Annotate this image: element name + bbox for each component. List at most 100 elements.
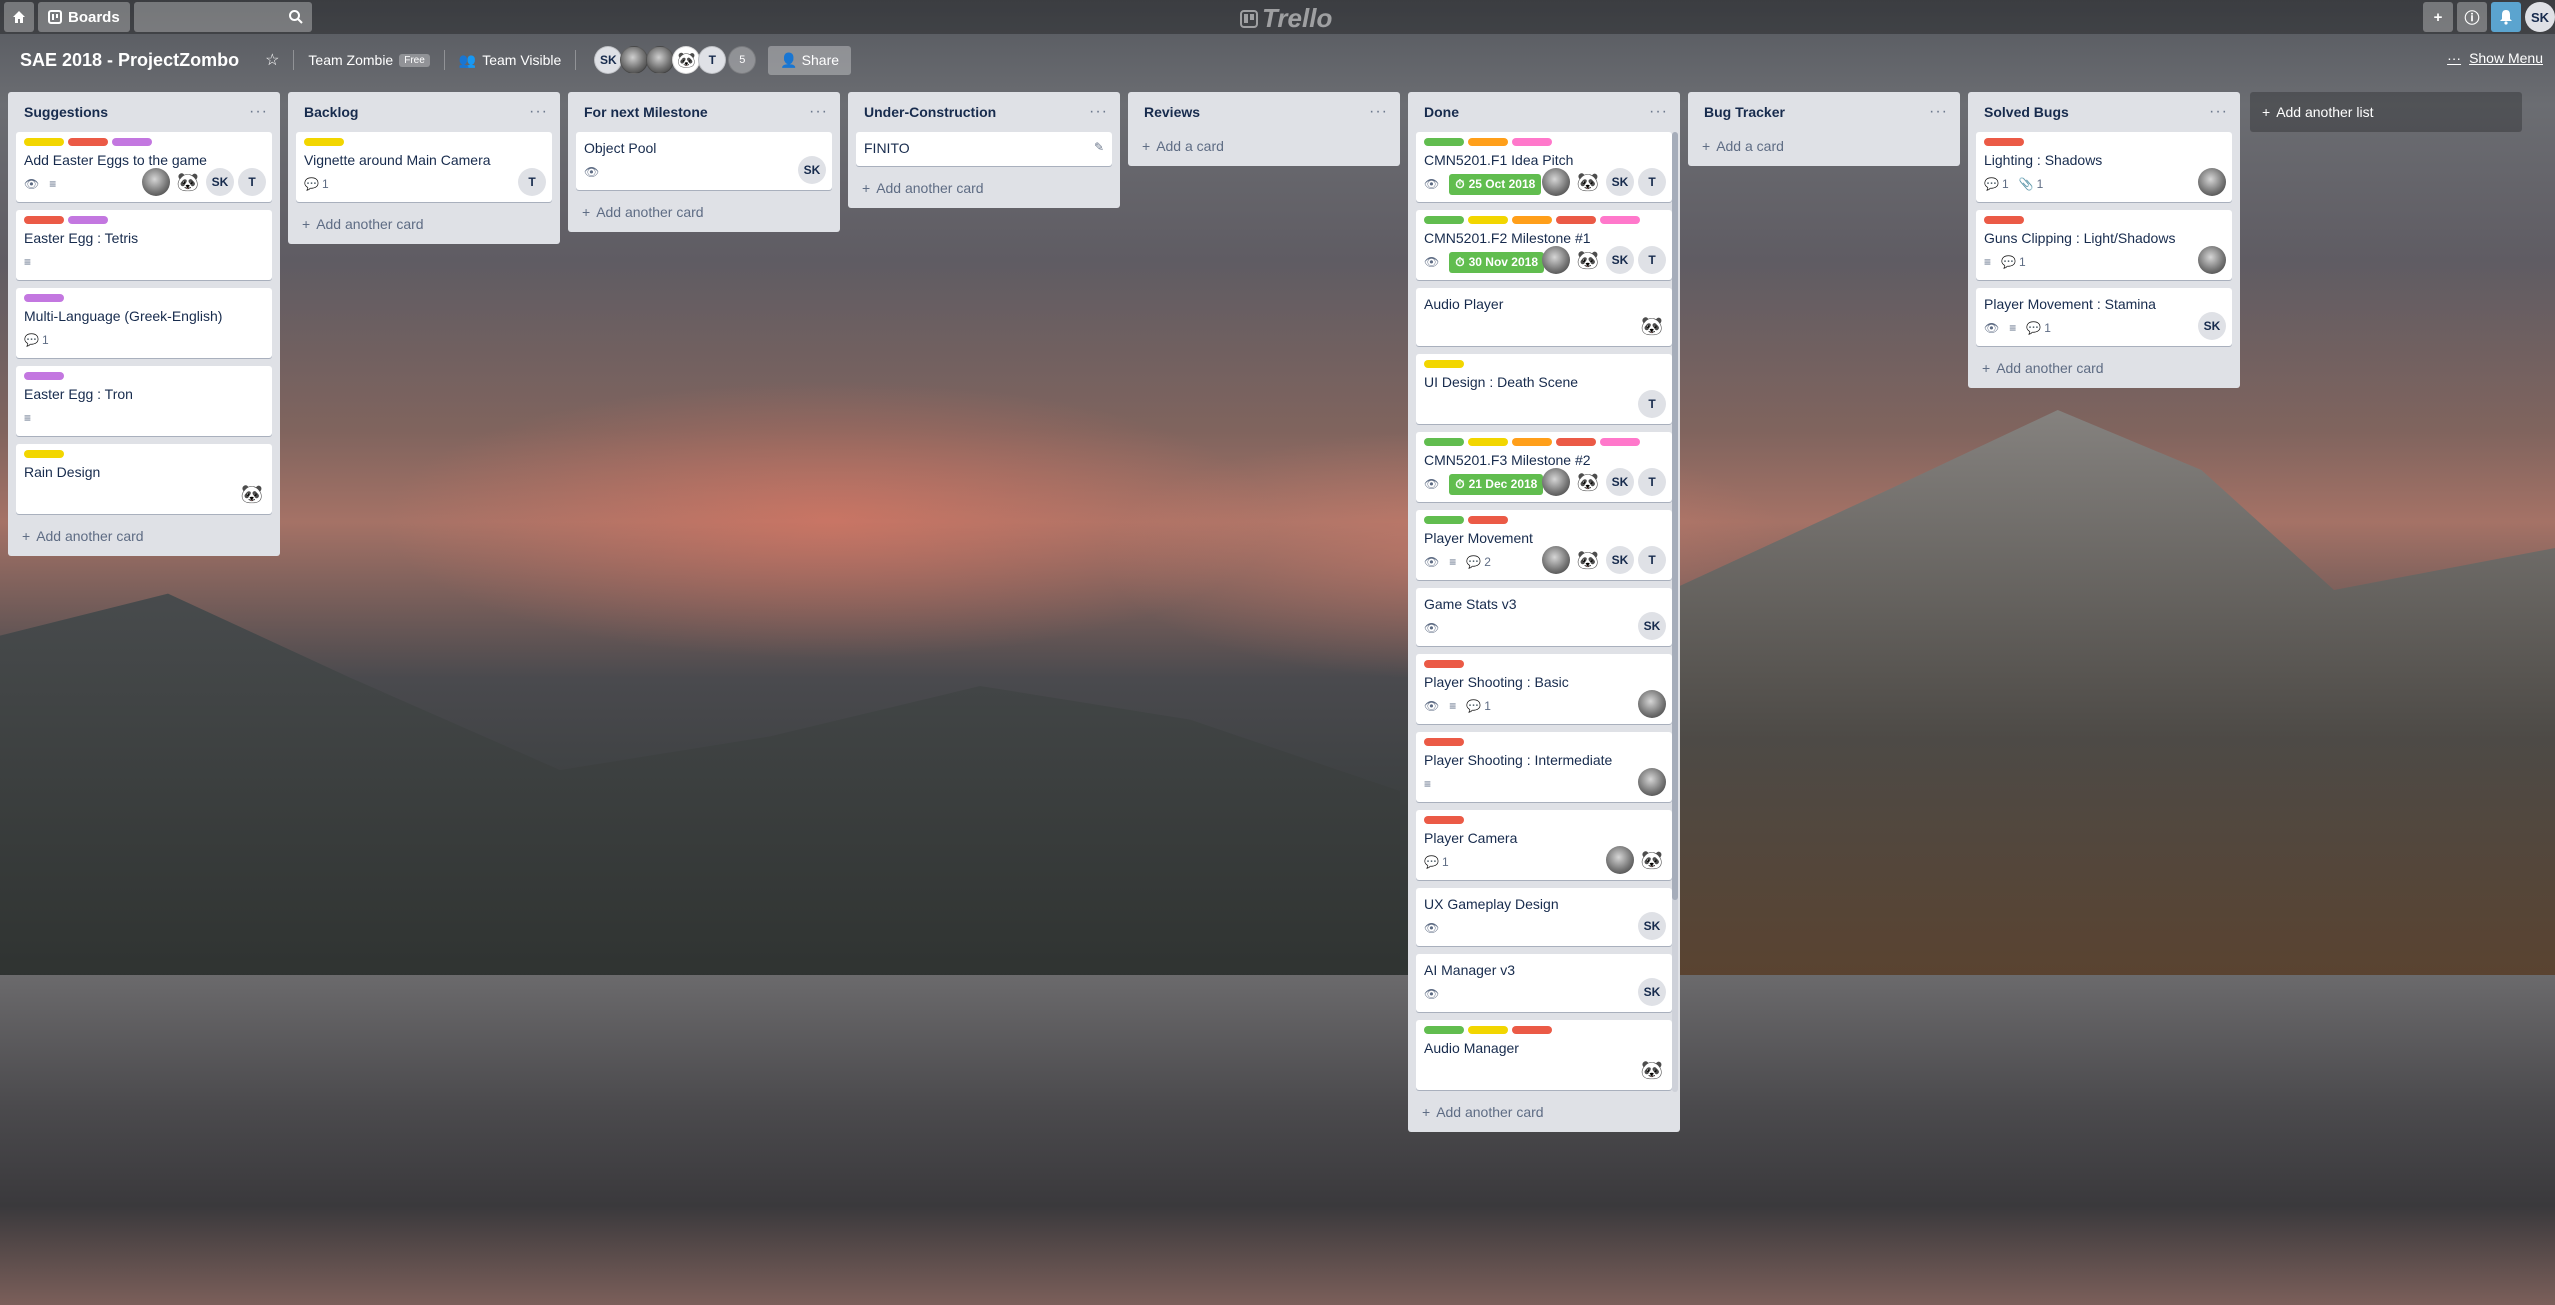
label-pink[interactable] xyxy=(1600,216,1640,224)
card[interactable]: UX Gameplay Design 👁 SK xyxy=(1416,888,1672,946)
member-count[interactable]: 5 xyxy=(728,46,757,74)
member-avatar[interactable]: SK xyxy=(1638,612,1666,640)
member-avatar-panda[interactable]: 🐼 xyxy=(1574,168,1602,196)
label-red[interactable] xyxy=(1984,216,2024,224)
list-menu-icon[interactable]: ··· xyxy=(2209,103,2228,121)
boards-button[interactable]: Boards xyxy=(38,2,130,32)
share-button[interactable]: 👤 Share xyxy=(768,45,852,75)
list-title[interactable]: Bug Tracker xyxy=(1704,104,1785,120)
card[interactable]: CMN5201.F3 Milestone #2👁⏱21 Dec 2018≡🐼SK… xyxy=(1416,432,1672,502)
label-red[interactable] xyxy=(1424,816,1464,824)
list-title[interactable]: Suggestions xyxy=(24,104,108,120)
list-menu-icon[interactable]: ··· xyxy=(249,103,268,121)
card[interactable]: Easter Egg : Tron ≡ xyxy=(16,366,272,436)
list-menu-icon[interactable]: ··· xyxy=(1369,103,1388,121)
card[interactable]: Audio Manager 🐼 xyxy=(1416,1020,1672,1090)
list-scrollbar-thumb[interactable] xyxy=(1672,132,1678,900)
card[interactable]: Add Easter Eggs to the game 👁 ≡ 🐼 SK T xyxy=(16,132,272,202)
label-red[interactable] xyxy=(1556,216,1596,224)
member-avatar-panda[interactable]: 🐼 xyxy=(1638,312,1666,340)
add-card-button[interactable]: + Add a card xyxy=(1696,132,1952,158)
list-scrollbar[interactable] xyxy=(1672,132,1678,1092)
member-avatar-photo[interactable] xyxy=(1638,768,1666,796)
board-member-avatar[interactable]: SK xyxy=(594,46,623,74)
trello-logo[interactable]: Trello xyxy=(1240,3,1332,34)
label-orange[interactable] xyxy=(1512,216,1552,224)
add-card-button[interactable]: + Add another card xyxy=(1416,1098,1672,1124)
label-red[interactable] xyxy=(1512,1026,1552,1034)
label-purple[interactable] xyxy=(112,138,152,146)
card[interactable]: Player Camera 💬 1 🐼 xyxy=(1416,810,1672,880)
board-title[interactable]: SAE 2018 - ProjectZombo xyxy=(20,50,239,71)
label-yellow[interactable] xyxy=(1468,438,1508,446)
member-avatar-photo[interactable] xyxy=(1542,168,1570,196)
home-button[interactable] xyxy=(4,2,34,32)
label-pink[interactable] xyxy=(1600,438,1640,446)
list-title[interactable]: Reviews xyxy=(1144,104,1200,120)
member-avatar[interactable]: SK xyxy=(1606,168,1634,196)
member-avatar-photo[interactable] xyxy=(2198,168,2226,196)
member-avatar[interactable]: T xyxy=(518,168,546,196)
list-menu-icon[interactable]: ··· xyxy=(809,103,828,121)
label-red[interactable] xyxy=(68,138,108,146)
star-icon[interactable]: ☆ xyxy=(265,50,279,70)
info-button[interactable]: ⓘ xyxy=(2457,2,2487,32)
due-date-badge[interactable]: ⏱ 30 Nov 2018 xyxy=(1449,251,1544,273)
member-avatar-photo[interactable] xyxy=(1606,846,1634,874)
member-avatar[interactable]: SK xyxy=(1638,978,1666,1006)
label-orange[interactable] xyxy=(1512,438,1552,446)
card[interactable]: Audio Player 🐼 xyxy=(1416,288,1672,346)
card[interactable]: Multi-Language (Greek-English) 💬 1 xyxy=(16,288,272,358)
label-yellow[interactable] xyxy=(1424,360,1464,368)
member-avatar-photo[interactable] xyxy=(1542,246,1570,274)
board-member-avatar[interactable]: 🐼 xyxy=(672,46,701,74)
add-list-button[interactable]: + Add another list xyxy=(2250,92,2522,132)
card[interactable]: Player Movement : Stamina 👁 ≡ 💬 1 SK xyxy=(1976,288,2232,346)
label-yellow[interactable] xyxy=(1468,216,1508,224)
search-input[interactable] xyxy=(133,2,312,32)
member-avatar-photo[interactable] xyxy=(1542,546,1570,574)
visibility-button[interactable]: 👥 Team Visible xyxy=(459,52,562,69)
list-title[interactable]: For next Milestone xyxy=(584,104,708,120)
member-avatar-photo[interactable] xyxy=(2198,246,2226,274)
member-avatar[interactable]: SK xyxy=(2198,312,2226,340)
add-card-button[interactable]: + Add another card xyxy=(576,198,832,224)
card[interactable]: FINITO ✎ xyxy=(856,132,1112,166)
label-green[interactable] xyxy=(1424,438,1464,446)
card[interactable]: AI Manager v3 👁 SK xyxy=(1416,954,1672,1012)
add-card-button[interactable]: + Add another card xyxy=(856,174,1112,200)
card[interactable]: Player Shooting : Intermediate ≡ xyxy=(1416,732,1672,802)
list-title[interactable]: Under-Construction xyxy=(864,104,996,120)
list-title[interactable]: Backlog xyxy=(304,104,358,120)
member-avatar-panda[interactable]: 🐼 xyxy=(1574,546,1602,574)
due-date-badge[interactable]: ⏱ 21 Dec 2018 xyxy=(1449,473,1544,495)
member-avatar[interactable]: T xyxy=(1638,468,1666,496)
board-member-avatar[interactable] xyxy=(646,46,675,74)
user-avatar[interactable]: SK xyxy=(2525,2,2555,32)
label-yellow[interactable] xyxy=(304,138,344,146)
add-card-button[interactable]: + Add another card xyxy=(296,210,552,236)
member-avatar[interactable]: SK xyxy=(206,168,234,196)
card[interactable]: Player Movement 👁 ≡ 💬 2 🐼 SK T xyxy=(1416,510,1672,580)
member-avatar[interactable]: T xyxy=(1638,546,1666,574)
list-title[interactable]: Solved Bugs xyxy=(1984,104,2069,120)
pencil-icon[interactable]: ✎ xyxy=(1094,140,1104,154)
member-avatar-panda[interactable]: 🐼 xyxy=(1638,1056,1666,1084)
list-menu-icon[interactable]: ··· xyxy=(1089,103,1108,121)
member-avatar-photo[interactable] xyxy=(1638,690,1666,718)
card[interactable]: Game Stats v3 👁 SK xyxy=(1416,588,1672,646)
card[interactable]: Rain Design 🐼 xyxy=(16,444,272,514)
member-avatar[interactable]: SK xyxy=(1638,912,1666,940)
label-yellow[interactable] xyxy=(1468,1026,1508,1034)
add-card-button[interactable]: + Add a card xyxy=(1136,132,1392,158)
label-yellow[interactable] xyxy=(24,450,64,458)
member-avatar[interactable]: T xyxy=(1638,390,1666,418)
card[interactable]: CMN5201.F1 Idea Pitch👁⏱25 Oct 2018≡🐼SKT xyxy=(1416,132,1672,202)
member-avatar-panda[interactable]: 🐼 xyxy=(174,168,202,196)
due-date-badge[interactable]: ⏱ 25 Oct 2018 xyxy=(1449,173,1542,195)
member-avatar-panda[interactable]: 🐼 xyxy=(238,480,266,508)
card[interactable]: Vignette around Main Camera 💬 1 T xyxy=(296,132,552,202)
card[interactable]: Guns Clipping : Light/Shadows ≡ 💬 1 xyxy=(1976,210,2232,280)
label-purple[interactable] xyxy=(24,372,64,380)
member-avatar[interactable]: T xyxy=(238,168,266,196)
